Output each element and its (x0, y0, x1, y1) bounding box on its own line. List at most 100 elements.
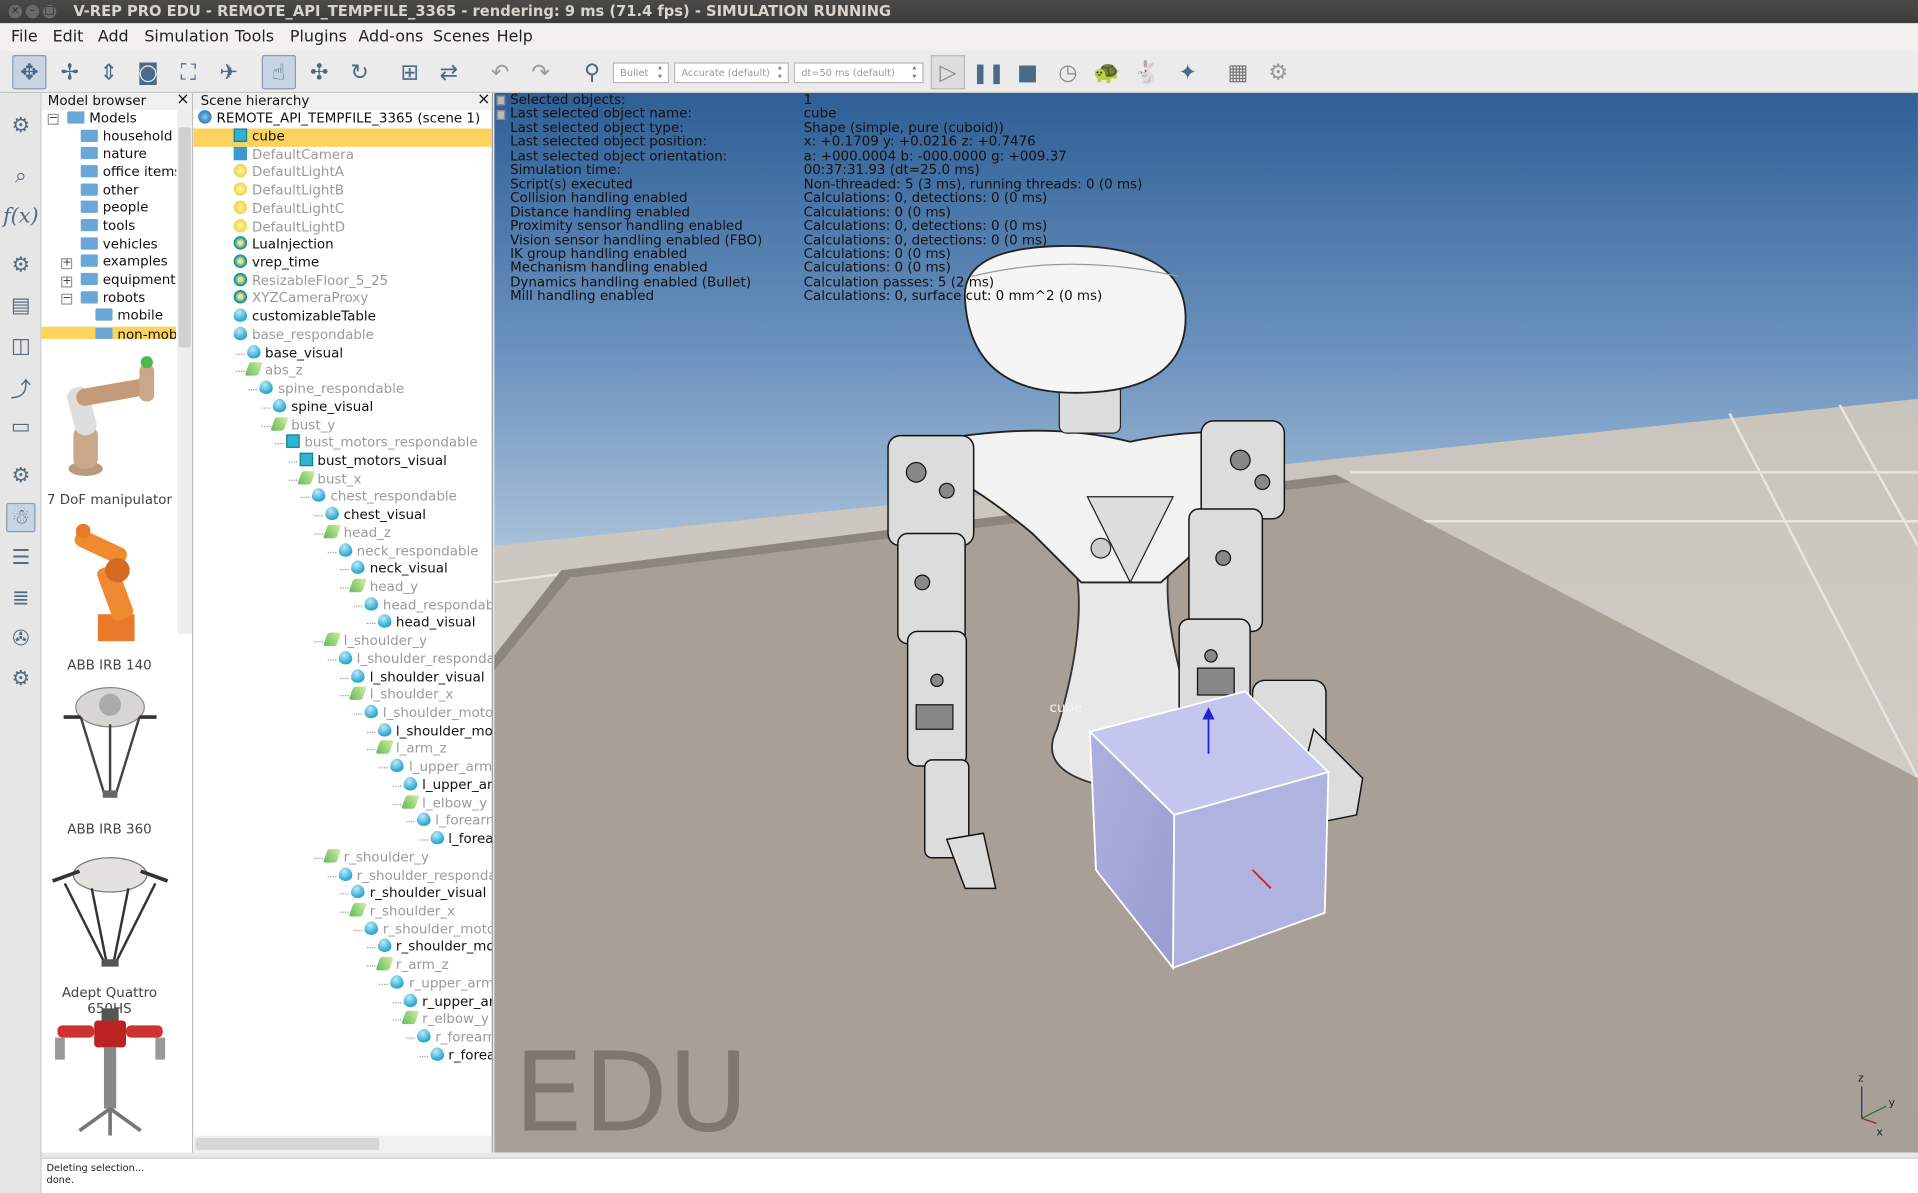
scrollbar-thumb[interactable] (178, 127, 191, 348)
hierarchy-item[interactable]: customizableTable (233, 308, 376, 327)
model-thumbnail[interactable]: ABB IRB 360 (42, 680, 178, 839)
undo-icon[interactable]: ↶ (483, 55, 517, 89)
menu-simulation[interactable]: Simulation (144, 28, 229, 46)
tree-item-household[interactable]: household (80, 128, 172, 145)
hierarchy-item[interactable]: l_shoulder_x (348, 686, 453, 705)
hierarchy-item[interactable]: spine_respondable (259, 380, 404, 399)
hierarchy-item[interactable]: l_forearm (416, 812, 492, 831)
scene-hierarchy-icon[interactable]: ☰ (6, 543, 35, 572)
hierarchy-item[interactable]: spine_visual (272, 398, 373, 417)
threaded-rendering-icon[interactable]: ✦ (1171, 55, 1205, 89)
tree-item-robots[interactable]: robots (80, 290, 145, 307)
hierarchy-item[interactable]: r_arm_z (375, 956, 449, 975)
hierarchy-item[interactable]: l_elbow_y (401, 794, 487, 813)
dynamics-settings-icon[interactable]: ⚲ (575, 55, 609, 89)
hierarchy-item[interactable]: abs_z (244, 362, 303, 381)
model-browser-icon[interactable]: ☃ (6, 502, 36, 533)
close-icon[interactable]: × (477, 93, 490, 109)
info-toggle-icon[interactable] (496, 95, 506, 106)
hierarchy-scrollbar[interactable] (193, 1135, 492, 1153)
hierarchy-item[interactable]: bust_y (270, 416, 335, 435)
hierarchy-item[interactable]: head_z (322, 524, 391, 543)
hierarchy-item[interactable]: l_shoulder_respondab (338, 650, 492, 669)
layers-icon[interactable]: ≣ (6, 584, 35, 613)
play-icon[interactable]: ▷ (930, 55, 966, 90)
tree-item-office-items[interactable]: office items (80, 164, 176, 181)
camera-rotate-icon[interactable]: ✢ (53, 55, 87, 89)
hierarchy-item[interactable]: DefaultLightC (233, 200, 344, 219)
hierarchy-item[interactable]: head_visual (377, 614, 475, 633)
model-thumbnail[interactable]: ABB IRB 140 (42, 516, 178, 675)
info-toggle-icon[interactable] (496, 110, 506, 120)
scene-selector-icon[interactable]: ▦ (1221, 55, 1255, 89)
scripts-icon[interactable]: ▤ (6, 291, 35, 320)
object-properties-icon[interactable]: ⚙ (6, 111, 35, 140)
expand-icon[interactable]: + (61, 276, 73, 288)
shapes-edit-icon[interactable]: ◫ (6, 332, 35, 361)
hierarchy-item[interactable]: r_shoulder_motor (364, 920, 492, 939)
user-settings-icon[interactable]: ⚙ (6, 461, 35, 490)
hierarchy-item[interactable]: r_shoulder_mot (377, 938, 492, 957)
hierarchy-item[interactable]: neck_visual (351, 560, 448, 579)
timestep-select[interactable]: dt=50 ms (default) (793, 62, 924, 84)
hierarchy-item[interactable]: l_shoulder_motor_ (364, 704, 492, 723)
collections-icon[interactable]: ⚙ (6, 251, 35, 280)
tree-item-other[interactable]: other (80, 182, 139, 199)
hierarchy-item[interactable]: r_forea (429, 1047, 492, 1065)
hierarchy-item[interactable]: l_arm_z (375, 740, 447, 759)
collapse-icon[interactable]: − (47, 113, 59, 125)
hierarchy-item[interactable]: chest_visual (325, 506, 426, 525)
object-rotate-icon[interactable]: ↻ (342, 55, 376, 89)
object-shift-icon[interactable]: ✣ (302, 55, 336, 89)
hierarchy-item[interactable]: bust_motors_visual (299, 452, 447, 471)
realtime-icon[interactable]: ◷ (1051, 55, 1085, 89)
model-thumbnail[interactable] (42, 1008, 178, 1152)
collapse-icon[interactable]: − (61, 293, 73, 305)
assemble-icon[interactable]: ⊞ (393, 55, 427, 89)
tree-item-equipment[interactable]: equipment (80, 272, 176, 289)
click-select-icon[interactable]: ☝ (261, 55, 297, 90)
hierarchy-item[interactable]: vrep_time (233, 254, 319, 273)
path-edit-icon[interactable]: ⤴ (6, 372, 35, 401)
video-recorder-icon[interactable]: ✇ (6, 624, 35, 653)
hierarchy-item[interactable]: r_upper_arm_ (390, 974, 492, 993)
camera-angle-icon[interactable]: ◙ (131, 55, 165, 89)
menu-plugins[interactable]: Plugins (290, 28, 347, 46)
hierarchy-item[interactable]: r_upper_ar (403, 993, 492, 1011)
page-selector-icon[interactable]: ⚙ (1261, 55, 1295, 89)
hierarchy-item[interactable]: r_shoulder_visual (351, 884, 486, 903)
transfer-dna-icon[interactable]: ⇄ (432, 55, 466, 89)
hierarchy-item[interactable]: l_upper_arm_ (390, 758, 492, 777)
maximize-window-icon[interactable]: □ (42, 4, 57, 19)
hierarchy-item[interactable]: cube (193, 128, 492, 147)
hierarchy-item[interactable]: r_shoulder_respondab (338, 866, 492, 885)
hierarchy-item[interactable]: bust_motors_respondable (285, 434, 478, 453)
menu-addons[interactable]: Add-ons (358, 28, 423, 46)
hierarchy-item[interactable]: l_shoulder_visual (351, 668, 485, 687)
pause-icon[interactable]: ❚❚ (971, 55, 1005, 89)
hierarchy-item[interactable]: DefaultCamera (233, 146, 354, 164)
selection-icon[interactable]: ▭ (6, 412, 35, 441)
menu-edit[interactable]: Edit (53, 28, 84, 46)
hierarchy-item[interactable]: l_shoulder_mot (377, 722, 492, 741)
hierarchy-item[interactable]: bust_x (296, 470, 361, 489)
tree-item-people[interactable]: people (80, 199, 148, 216)
tree-item-tools[interactable]: tools (80, 218, 135, 235)
hierarchy-item[interactable]: chest_respondable (312, 488, 457, 507)
3d-viewport[interactable]: cube EDU z x y (494, 92, 1918, 1153)
stop-icon[interactable]: ■ (1010, 55, 1044, 89)
hierarchy-item[interactable]: neck_respondable (338, 542, 479, 561)
model-browser-scrollbar[interactable] (177, 110, 193, 634)
tree-item-non-mobile[interactable]: non-mob... (41, 326, 177, 339)
hierarchy-item[interactable]: l_upper_ar (403, 776, 492, 795)
tree-item-vehicles[interactable]: vehicles (80, 236, 158, 253)
tree-item-mobile[interactable]: mobile (95, 307, 163, 324)
calculation-modules-icon[interactable]: ⌕ (6, 162, 35, 191)
camera-shift-icon[interactable]: ⇕ (92, 55, 126, 89)
scene-root[interactable]: REMOTE_API_TEMPFILE_3365 (scene 1) (198, 110, 480, 128)
camera-pan-icon[interactable]: ✥ (12, 55, 47, 90)
hierarchy-item[interactable]: ResizableFloor_5_25 (233, 272, 388, 291)
hierarchy-item[interactable]: base_visual (246, 344, 343, 363)
hierarchy-item[interactable]: LuaInjection (233, 236, 334, 255)
tree-item-examples[interactable]: examples (80, 253, 168, 270)
